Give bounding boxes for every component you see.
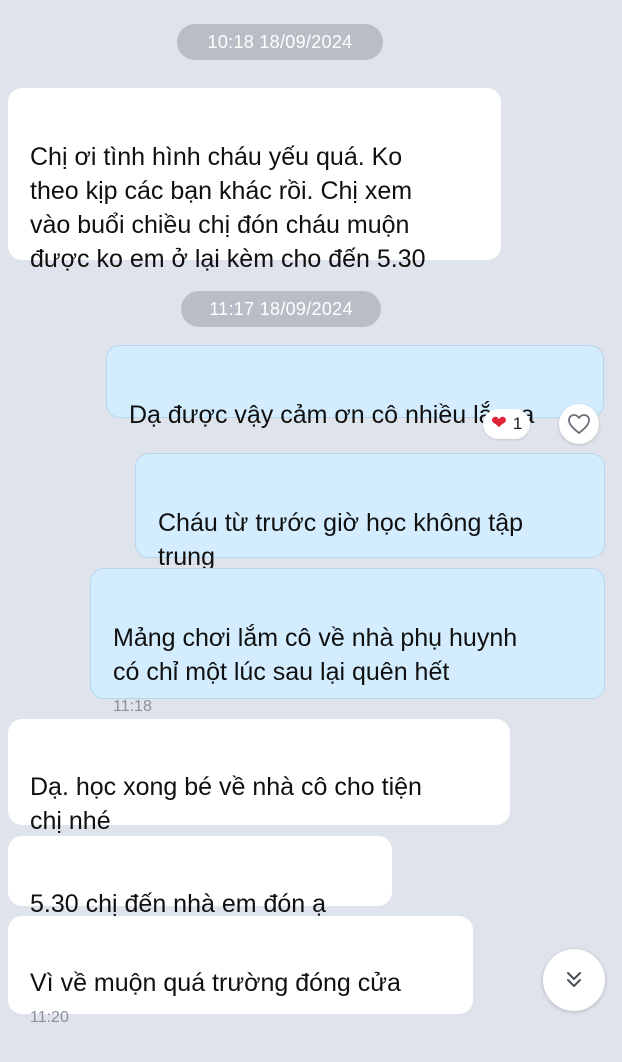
message-text: Chị ơi tình hình cháu yếu quá. Ko theo k… — [30, 143, 426, 273]
heart-outline-icon[interactable] — [559, 404, 599, 444]
message-incoming[interactable]: 5.30 chị đến nhà em đón ạ — [8, 836, 392, 918]
message-text: Dạ được vậy cảm ơn cô nhiều lắm ạ — [129, 401, 535, 429]
timestamp-pill: 11:17 18/09/2024 — [181, 291, 381, 327]
message-incoming[interactable]: Chị ơi tình hình cháu yếu quá. Ko theo k… — [8, 88, 501, 273]
reaction-count: 1 — [512, 414, 523, 433]
message-incoming[interactable]: Vì về muộn quá trường đóng cửa 11:20 — [8, 916, 473, 1026]
message-outgoing[interactable]: Mảng chơi lắm cô về nhà phụ huynh có chỉ… — [90, 568, 605, 715]
message-time: 11:20 — [30, 1009, 69, 1026]
message-outgoing[interactable]: Dạ được vậy cảm ơn cô nhiều lắm ạ — [106, 345, 604, 429]
message-text: Cháu từ trước giờ học không tập trung — [158, 509, 524, 571]
message-time: 11:18 — [113, 698, 152, 715]
message-text: Vì về muộn quá trường đóng cửa — [30, 969, 401, 997]
message-text: 5.30 chị đến nhà em đón ạ — [30, 890, 327, 918]
chat-view[interactable]: 10:18 18/09/2024 Chị ơi tình hình cháu y… — [0, 0, 622, 1030]
message-text: Mảng chơi lắm cô về nhà phụ huynh có chỉ… — [113, 624, 518, 686]
reaction-badge[interactable]: ❤ 1 — [483, 409, 531, 439]
scroll-down-button[interactable] — [543, 949, 605, 1011]
heart-reaction-icon: ❤ — [491, 413, 507, 434]
timestamp-pill: 10:18 18/09/2024 — [177, 24, 383, 60]
message-text: Dạ. học xong bé về nhà cô cho tiện chị n… — [30, 773, 422, 835]
double-chevron-down-icon — [567, 972, 581, 987]
message-incoming[interactable]: Dạ. học xong bé về nhà cô cho tiện chị n… — [8, 719, 510, 835]
message-outgoing[interactable]: Cháu từ trước giờ học không tập trung — [135, 453, 605, 571]
